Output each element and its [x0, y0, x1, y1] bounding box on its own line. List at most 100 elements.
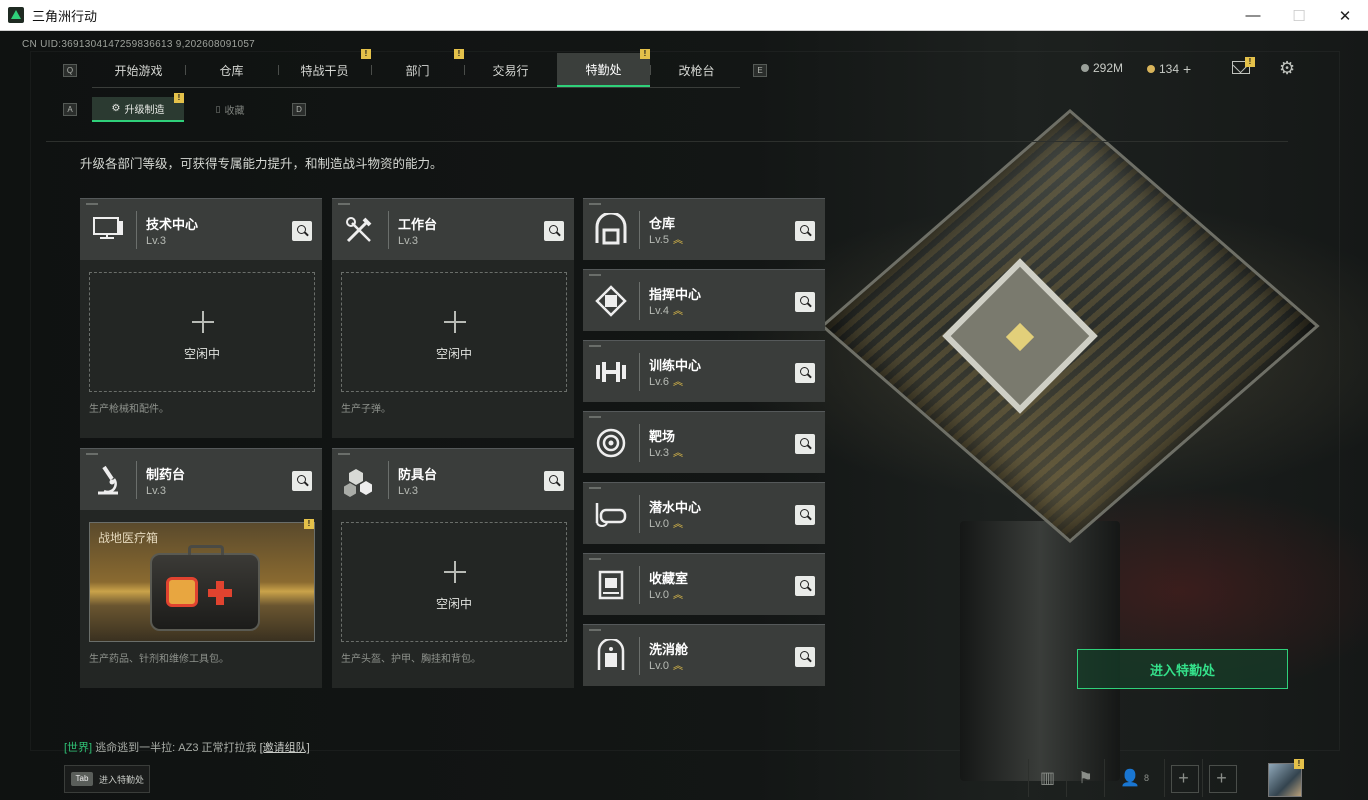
tab-shortcut-hint[interactable]: Tab 进入特勤处	[64, 765, 150, 793]
page-description: 升级各部门等级，可获得专属能力提升，和制造战斗物资的能力。	[80, 157, 443, 171]
level-text: Lv.5	[649, 234, 669, 246]
search-icon[interactable]	[795, 576, 815, 596]
gear-small-icon: ⚙	[111, 103, 121, 114]
search-icon[interactable]	[292, 471, 312, 491]
minimize-button[interactable]: —	[1230, 0, 1276, 31]
search-icon[interactable]	[544, 221, 564, 241]
search-icon[interactable]	[795, 363, 815, 383]
workshop-level: Lv.3	[146, 485, 166, 497]
search-icon[interactable]	[795, 221, 815, 241]
plus-icon	[444, 561, 466, 583]
search-icon[interactable]	[795, 292, 815, 312]
stats-icon[interactable]: ▥	[1028, 759, 1066, 797]
separator	[639, 282, 640, 320]
tab-label: 特勤处	[585, 62, 622, 77]
craft-slot-in-progress[interactable]: 战地医疗箱	[89, 522, 315, 642]
card-marker	[589, 629, 601, 631]
workshop-name: 制药台	[146, 467, 186, 482]
workshop-header[interactable]: 制药台 Lv.3	[80, 448, 322, 510]
warehouse-icon	[595, 213, 627, 245]
close-button[interactable]: ✕	[1322, 0, 1368, 31]
search-icon[interactable]	[795, 434, 815, 454]
department-level: Lv.0 ︽	[649, 589, 683, 601]
subtab-prev-key[interactable]: A	[63, 103, 77, 116]
computer-icon	[93, 217, 123, 239]
department-warehouse[interactable]: 仓库 Lv.5 ︽	[583, 198, 825, 260]
craft-slot-empty[interactable]: 空闲中	[341, 522, 567, 642]
nav-prev-key[interactable]: Q	[63, 64, 77, 77]
search-icon[interactable]	[544, 471, 564, 491]
card-marker	[589, 416, 601, 418]
gold-amount: 134	[1159, 62, 1180, 76]
chat-channel: [世界]	[64, 742, 93, 754]
separator	[136, 461, 137, 499]
add-teammate-slot-2[interactable]: +	[1202, 759, 1240, 797]
upgrade-chevron-icon: ︽	[672, 235, 683, 246]
subtab-favorites[interactable]: ▯ 收藏	[184, 97, 276, 122]
department-level: Lv.0 ︽	[649, 518, 683, 530]
tab-special-ops[interactable]: 特勤处!	[557, 49, 650, 87]
card-marker	[338, 203, 350, 205]
workshop-header[interactable]: 工作台 Lv.3	[332, 198, 574, 260]
workshop-description: 生产枪械和配件。	[89, 404, 169, 415]
gold-currency[interactable]: 134 +	[1147, 61, 1191, 77]
workshop-name: 技术中心	[146, 217, 199, 232]
flag-icon[interactable]: ⚑	[1066, 759, 1104, 797]
gear-icon[interactable]: ⚙	[1279, 59, 1297, 77]
workshop-card-armor: 防具台 Lv.3 空闲中 生产头盔、护甲、胸挂和背包。	[332, 448, 574, 688]
subtab-upgrade-craft[interactable]: ⚙ 升级制造 !	[92, 93, 184, 122]
craft-slot-empty[interactable]: 空闲中	[89, 272, 315, 392]
department-level: Lv.5 ︽	[649, 234, 683, 246]
nav-next-key[interactable]: E	[753, 64, 767, 77]
department-collection-room[interactable]: 收藏室 Lv.0 ︽	[583, 553, 825, 615]
tab-departments[interactable]: 部门!	[371, 49, 464, 87]
department-diving-center[interactable]: 潜水中心 Lv.0 ︽	[583, 482, 825, 544]
chat-line[interactable]: [世界] 逃命逃到一半拉: AZ3 正常打拉我 [邀请组队]	[64, 739, 310, 755]
workshop-header[interactable]: 防具台 Lv.3	[332, 448, 574, 510]
enter-special-ops-button[interactable]: 进入特勤处	[1077, 649, 1288, 689]
medkit-handle	[188, 545, 224, 555]
tab-warehouse[interactable]: 仓库	[185, 53, 278, 87]
department-level: Lv.4 ︽	[649, 305, 683, 317]
separator	[639, 566, 640, 604]
department-training-center[interactable]: 训练中心 Lv.6 ︽	[583, 340, 825, 402]
tab-start-game[interactable]: 开始游戏	[92, 53, 185, 87]
silver-currency: 292M	[1081, 61, 1123, 75]
card-marker	[589, 203, 601, 205]
notification-badge: !	[640, 49, 650, 59]
search-icon[interactable]	[795, 647, 815, 667]
invite-team-link[interactable]: [邀请组队]	[260, 742, 310, 754]
plus-icon	[192, 311, 214, 333]
workshop-card-workbench: 工作台 Lv.3 空闲中 生产子弹。	[332, 198, 574, 438]
separator	[639, 424, 640, 462]
diving-mask-icon	[595, 503, 627, 527]
target-icon	[596, 428, 626, 458]
friends-button[interactable]: 👤 8	[1104, 759, 1164, 797]
subtab-next-key[interactable]: D	[292, 103, 306, 116]
department-decon-chamber[interactable]: 洗消舱 Lv.0 ︽	[583, 624, 825, 686]
notification-badge: !	[174, 93, 184, 103]
separator	[388, 211, 389, 249]
tab-label: 开始游戏	[114, 63, 163, 78]
craft-slot-empty[interactable]: 空闲中	[341, 272, 567, 392]
maximize-button[interactable]: ☐	[1276, 0, 1322, 31]
bottom-toolbar: ▥ ⚑ 👤 8 + +	[1028, 759, 1240, 797]
search-icon[interactable]	[292, 221, 312, 241]
card-marker	[86, 203, 98, 205]
workshop-description: 生产头盔、护甲、胸挂和背包。	[341, 654, 481, 665]
tab-gunsmith[interactable]: 改枪台	[650, 53, 743, 87]
department-command-center[interactable]: 指挥中心 Lv.4 ︽	[583, 269, 825, 331]
department-name: 潜水中心	[649, 500, 702, 515]
upgrade-chevron-icon: ︽	[672, 590, 683, 601]
friends-count: 8	[1143, 773, 1149, 783]
department-shooting-range[interactable]: 靶场 Lv.3 ︽	[583, 411, 825, 473]
add-teammate-slot-1[interactable]: +	[1164, 759, 1202, 797]
search-icon[interactable]	[795, 505, 815, 525]
tab-trading[interactable]: 交易行	[464, 53, 557, 87]
tab-operators[interactable]: 特战干员!	[278, 49, 371, 87]
workshop-header[interactable]: 技术中心 Lv.3	[80, 198, 322, 260]
add-currency-button[interactable]: +	[1183, 61, 1191, 77]
separator	[639, 495, 640, 533]
workshop-description: 生产子弹。	[341, 404, 391, 415]
crafting-item-name: 战地医疗箱	[98, 531, 159, 545]
